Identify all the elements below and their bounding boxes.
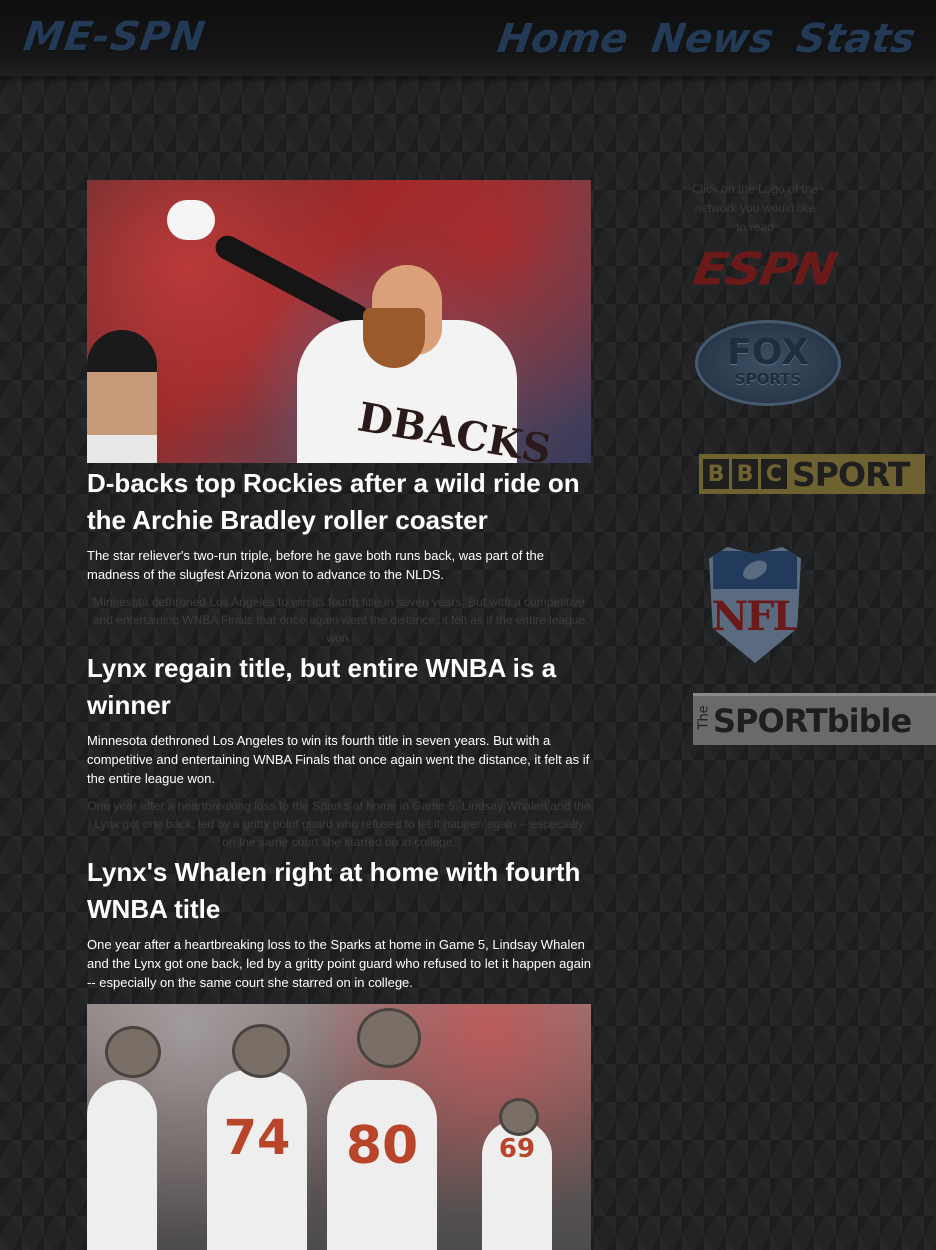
article-summary: Minnesota dethroned Los Angeles to win i…	[87, 733, 590, 786]
nav-stats-link[interactable]: Stats	[794, 16, 918, 62]
sportbible-logo-link[interactable]: The SPORTbible	[693, 693, 936, 745]
bbc-sport-text: SPORT	[792, 454, 910, 494]
main-nav: Home News Stats	[495, 16, 918, 62]
faded-preview-text: Minnesota dethroned Los Angeles to win i…	[92, 595, 586, 645]
news-feed: DBACKS D-backs top Rockies after a wild …	[87, 180, 591, 1250]
coach-figure	[87, 330, 157, 463]
article-summary: One year after a heartbreaking loss to t…	[87, 937, 591, 990]
player-arm	[211, 231, 373, 333]
archie-bradley-photo: DBACKS	[87, 180, 591, 463]
batting-glove	[167, 200, 215, 240]
bbc-sport-logo-link[interactable]: B B C SPORT	[699, 454, 925, 494]
bbc-letter-box: B	[732, 459, 758, 489]
faded-preview-text: One year after a heartbreaking loss to t…	[87, 799, 591, 849]
sportbible-the-text: The	[696, 705, 712, 730]
article-headline[interactable]: D-backs top Rockies after a wild ride on…	[87, 465, 591, 539]
player-figure	[87, 1080, 157, 1250]
helmet	[357, 1008, 421, 1068]
sidebar-instructions: Click on the Logo of the network you wou…	[691, 182, 819, 234]
nfl-shield-top	[713, 551, 797, 589]
article-summary: The star reliever's two-run triple, befo…	[87, 548, 544, 582]
player-beard	[363, 308, 425, 368]
helmet	[232, 1024, 290, 1078]
brand-logo[interactable]: ME-SPN	[21, 14, 209, 60]
buccaneers-photo: 74 80 69	[87, 1004, 591, 1250]
fox-logo-text: FOX	[727, 332, 809, 373]
fox-sports-logo-link[interactable]: FOX SPORTS	[695, 320, 841, 406]
site-header: ME-SPN Home News Stats	[0, 0, 936, 76]
nfl-logo-text: NFL	[711, 593, 800, 640]
article-headline[interactable]: Lynx regain title, but entire WNBA is a …	[87, 650, 591, 724]
player-figure: 74	[207, 1070, 307, 1250]
player-figure: 80	[327, 1080, 437, 1250]
espn-logo-link[interactable]: ESPN	[689, 243, 839, 295]
sportbible-logo-text: SPORTbible	[713, 701, 912, 740]
fox-logo-subtext: SPORTS	[734, 370, 802, 388]
bbc-letter-box: B	[703, 459, 729, 489]
article-headline[interactable]: Lynx's Whalen right at home with fourth …	[87, 854, 591, 928]
nfl-logo-link[interactable]: NFL	[709, 547, 801, 663]
helmet	[105, 1026, 161, 1078]
player-figure: 69	[482, 1120, 552, 1250]
nav-home-link[interactable]: Home	[495, 16, 631, 62]
bbc-letter-box: C	[761, 459, 787, 489]
network-sidebar: Click on the Logo of the network you wou…	[689, 180, 936, 745]
helmet	[499, 1098, 539, 1136]
football-icon	[739, 556, 771, 584]
nav-news-link[interactable]: News	[649, 16, 777, 62]
